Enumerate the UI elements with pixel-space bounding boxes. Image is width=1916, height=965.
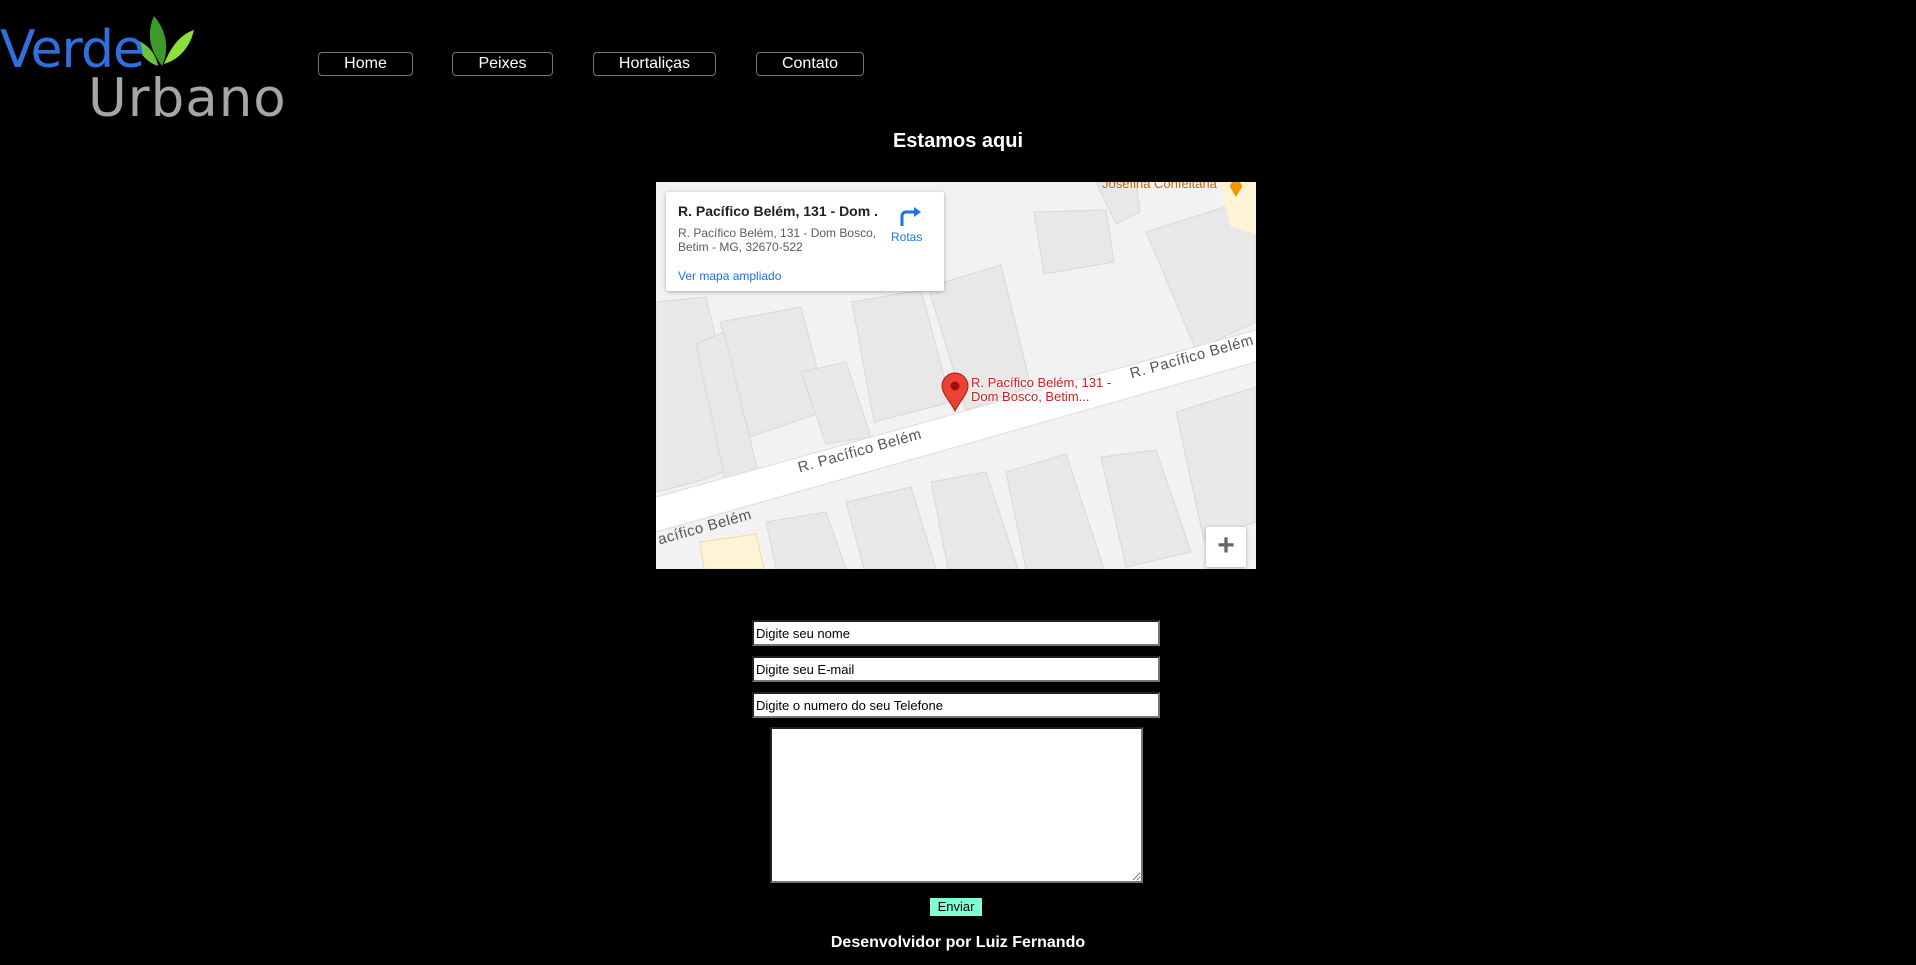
phone-input[interactable] [752,692,1160,718]
logo-text-urbano: Urbano [88,68,287,129]
nav-hortalicas-button[interactable]: Hortaliças [593,52,716,76]
name-input[interactable] [752,620,1160,646]
poi-label[interactable]: Josefina Confeitaria [1102,182,1217,191]
page-title: Estamos aqui [892,130,1024,152]
pin-label: R. Pacífico Belém, 131 - Dom Bosco, Beti… [971,375,1112,404]
place-title: R. Pacífico Belém, 131 - Dom ... [678,203,878,219]
nav-peixes-button[interactable]: Peixes [452,52,553,76]
poi-pin-icon [1230,182,1242,197]
directions-label[interactable]: Rotas [891,230,922,244]
nav-home-button[interactable]: Home [318,52,413,76]
place-address: R. Pacífico Belém, 131 - Dom Bosco, Beti… [678,226,877,254]
footer-credit: Desenvolvidor por Luiz Fernando [830,934,1086,951]
location-pin-icon[interactable] [940,372,970,412]
site-logo: Verde Urbano [0,6,300,129]
submit-button[interactable]: Enviar [930,898,982,916]
zoom-in-button[interactable]: + [1206,527,1246,567]
directions-icon[interactable] [896,204,924,228]
view-larger-map-link[interactable]: Ver mapa ampliado [678,269,781,283]
nav-contato-button[interactable]: Contato [756,52,864,76]
embedded-map[interactable]: Josefina Confeitaria R. Pacífico Belém R… [656,182,1256,569]
email-input[interactable] [752,656,1160,682]
message-textarea[interactable] [770,727,1143,883]
map-info-card: R. Pacífico Belém, 131 - Dom ... R. Pací… [666,192,944,291]
